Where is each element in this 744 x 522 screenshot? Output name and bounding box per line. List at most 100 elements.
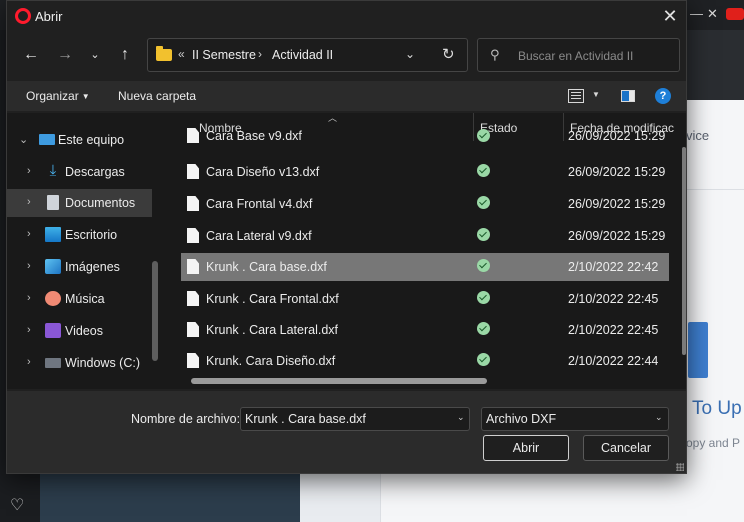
file-row[interactable]: Cara Frontal v4.dxf 26/09/2022 15:29 <box>181 190 669 218</box>
organize-button[interactable]: Organizar ▼ <box>26 89 90 103</box>
collapsed-chevron-icon[interactable]: › <box>27 165 31 177</box>
file-date: 26/09/2022 15:29 <box>568 229 666 243</box>
background-heading: To Up <box>692 398 742 419</box>
filename-history-chevron-icon[interactable]: ⌄ <box>457 412 465 423</box>
youtube-icon[interactable] <box>726 8 744 20</box>
filetype-chevron-icon[interactable]: ⌄ <box>655 412 663 423</box>
breadcrumb-separator[interactable]: › <box>258 47 262 61</box>
file-row[interactable]: Krunk . Cara Frontal.dxf 2/10/2022 22:45 <box>181 285 669 313</box>
filename-label: Nombre de archivo: <box>131 412 241 426</box>
file-icon <box>187 196 199 211</box>
view-options-icon[interactable] <box>568 89 584 103</box>
sidebar-item-label: Descargas <box>65 165 125 179</box>
sync-status-icon <box>477 164 490 177</box>
folder-icon <box>156 46 172 61</box>
desktop-icon <box>45 227 61 242</box>
address-bar[interactable]: « II Semestre › Actividad II ⌄ ↻ <box>147 38 468 72</box>
computer-icon <box>39 134 55 145</box>
sidebar-item-documentos[interactable]: › Documentos <box>7 189 152 217</box>
file-row[interactable]: Cara Lateral v9.dxf 26/09/2022 15:29 <box>181 222 669 250</box>
sync-status-icon <box>477 291 490 304</box>
file-icon <box>187 291 199 306</box>
cancel-button[interactable]: Cancelar <box>583 435 669 461</box>
view-caret-icon[interactable]: ▼ <box>592 90 600 99</box>
file-date: 2/10/2022 22:45 <box>568 323 659 337</box>
address-dropdown-icon[interactable]: ⌄ <box>405 47 415 61</box>
sync-status-icon <box>477 353 490 366</box>
file-icon <box>187 128 199 143</box>
document-upload-icon <box>688 322 708 378</box>
help-icon[interactable]: ? <box>655 88 671 104</box>
search-box[interactable]: ⚲ Buscar en Actividad II <box>477 38 680 72</box>
sidebar-item-label: Escritorio <box>65 228 118 242</box>
sync-status-icon <box>477 196 490 209</box>
file-name: Cara Frontal v4.dxf <box>206 197 313 211</box>
command-bar: Organizar ▼ Nueva carpeta ▼ ? <box>7 81 686 111</box>
collapsed-chevron-icon[interactable]: › <box>27 324 31 336</box>
dialog-footer: Nombre de archivo: Krunk . Cara base.dxf… <box>7 391 686 473</box>
collapsed-chevron-icon[interactable]: › <box>27 292 31 304</box>
sidebar-item-videos[interactable]: › Videos <box>7 317 152 345</box>
heart-icon[interactable]: ♡ <box>10 495 30 515</box>
search-placeholder: Buscar en Actividad II <box>518 49 634 63</box>
background-caption: opy and P <box>686 436 741 450</box>
file-row-selected[interactable]: Krunk . Cara base.dxf 2/10/2022 22:42 <box>181 253 669 281</box>
collapsed-chevron-icon[interactable]: › <box>27 196 31 208</box>
sidebar-item-label: Este equipo <box>58 133 125 147</box>
sidebar-item-label: Música <box>65 292 105 306</box>
breadcrumb-item[interactable]: Actividad II <box>272 48 333 62</box>
up-arrow-icon[interactable]: ↑ <box>115 45 135 65</box>
navigation-scrollbar[interactable] <box>152 261 158 361</box>
browser-close-icon[interactable]: ✕ <box>707 6 718 22</box>
file-list-horizontal-scrollbar[interactable] <box>191 378 487 384</box>
recent-locations-chevron-icon[interactable]: ⌄ <box>85 45 105 65</box>
sidebar-item-windows-c[interactable]: › Windows (C:) <box>7 349 152 377</box>
breadcrumb-overflow[interactable]: « <box>178 47 185 61</box>
open-file-dialog: Abrir ✕ ← → ⌄ ↑ « II Semestre › Activida… <box>6 0 687 474</box>
file-row[interactable]: Cara Diseño v13.dxf 26/09/2022 15:29 <box>181 158 669 186</box>
filetype-select[interactable]: Archivo DXF <box>481 407 669 431</box>
collapsed-chevron-icon[interactable]: › <box>27 228 31 240</box>
collapsed-chevron-icon[interactable]: › <box>27 260 31 272</box>
open-button[interactable]: Abrir <box>483 435 569 461</box>
close-icon[interactable]: ✕ <box>654 1 686 33</box>
file-name: Cara Base v9.dxf <box>206 129 302 143</box>
download-icon: ⤓ <box>49 162 57 179</box>
videos-icon <box>45 323 61 338</box>
sidebar-item-imagenes[interactable]: › Imágenes <box>7 253 152 281</box>
breadcrumb-item[interactable]: II Semestre <box>192 48 256 62</box>
sidebar-item-este-equipo[interactable]: ⌄ Este equipo <box>7 126 152 154</box>
file-date: 26/09/2022 15:29 <box>568 129 666 143</box>
file-name: Krunk . Cara base.dxf <box>206 260 327 274</box>
filename-input[interactable]: Krunk . Cara base.dxf <box>240 407 470 431</box>
resize-grip[interactable] <box>676 463 684 471</box>
back-arrow-icon[interactable]: ← <box>21 45 41 65</box>
drive-icon <box>45 358 61 368</box>
sidebar-item-escritorio[interactable]: › Escritorio <box>7 221 152 249</box>
sync-status-icon <box>477 322 490 335</box>
sidebar-item-descargas[interactable]: › ⤓ Descargas <box>7 158 152 186</box>
file-row[interactable]: Krunk. Cara Diseño.dxf 2/10/2022 22:44 <box>181 347 669 375</box>
file-icon <box>187 164 199 179</box>
refresh-icon[interactable]: ↻ <box>442 45 455 63</box>
expanded-chevron-icon[interactable]: ⌄ <box>19 133 28 146</box>
forward-arrow-icon[interactable]: → <box>55 45 75 65</box>
file-row[interactable]: Cara Base v9.dxf 26/09/2022 15:29 <box>181 128 669 149</box>
file-row[interactable]: Krunk . Cara Lateral.dxf 2/10/2022 22:45 <box>181 316 669 344</box>
collapsed-chevron-icon[interactable]: › <box>27 356 31 368</box>
sidebar-item-musica[interactable]: › Música <box>7 285 152 313</box>
file-name: Cara Lateral v9.dxf <box>206 229 312 243</box>
sync-status-icon <box>477 129 490 142</box>
minimize-icon[interactable]: — <box>690 6 703 21</box>
file-name: Krunk . Cara Lateral.dxf <box>206 323 339 337</box>
sync-status-icon <box>477 228 490 241</box>
documents-icon <box>47 195 59 210</box>
sync-status-icon <box>477 259 490 272</box>
music-icon <box>45 291 61 306</box>
new-folder-button[interactable]: Nueva carpeta <box>118 89 196 103</box>
file-list-vertical-scrollbar[interactable] <box>682 147 686 355</box>
sidebar-item-label: Videos <box>65 324 103 338</box>
preview-pane-icon[interactable] <box>621 90 635 102</box>
file-date: 2/10/2022 22:44 <box>568 354 659 368</box>
file-date: 26/09/2022 15:29 <box>568 165 666 179</box>
